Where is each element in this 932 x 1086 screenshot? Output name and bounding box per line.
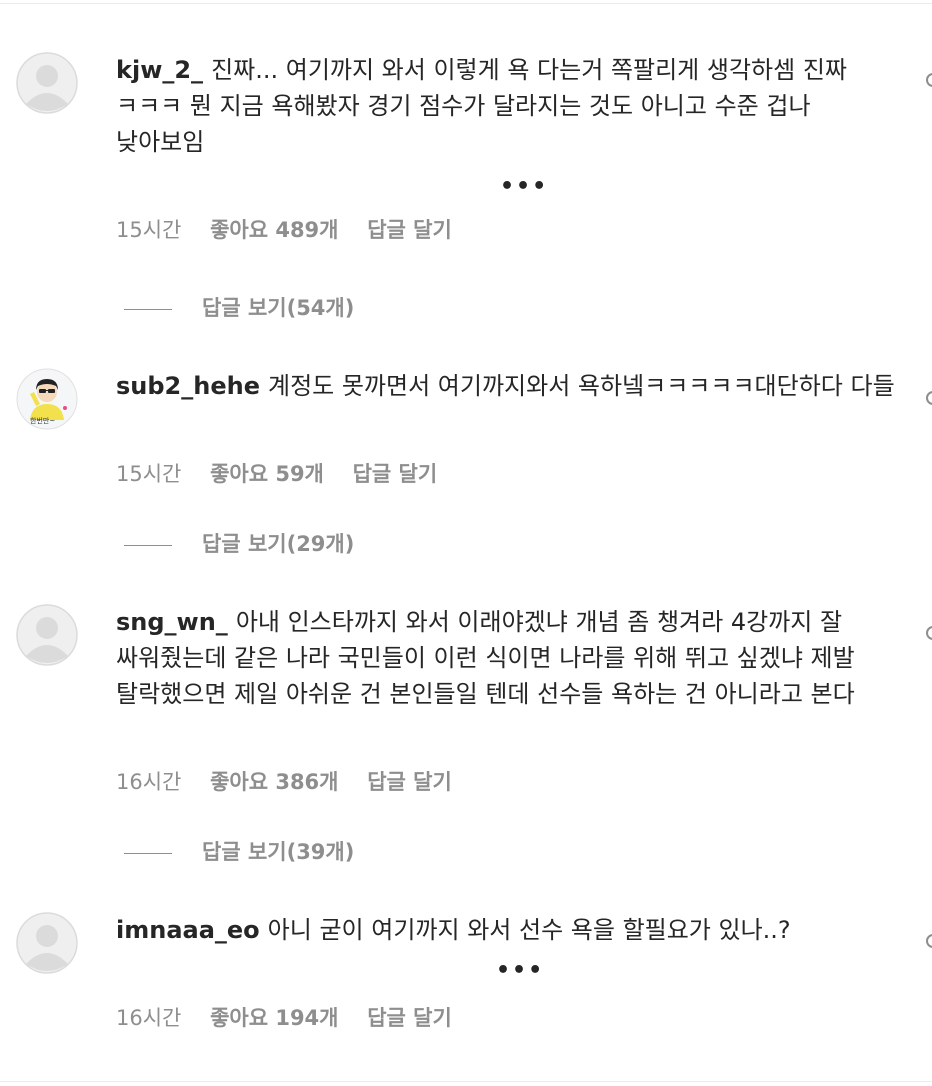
reply-button[interactable]: 답글 달기 — [367, 218, 452, 242]
top-divider — [0, 3, 932, 4]
comment-likes[interactable]: 좋아요 194개 — [210, 1006, 338, 1030]
comment-time: 16시간 — [116, 1006, 182, 1030]
reply-button[interactable]: 답글 달기 — [367, 770, 452, 794]
comment-username[interactable]: kjw_2_ — [116, 56, 203, 84]
more-options-icon[interactable]: ••• — [496, 958, 544, 983]
comment-meta: 15시간 좋아요 59개 답글 달기 — [116, 458, 459, 488]
default-avatar-icon — [16, 604, 78, 666]
view-replies-button[interactable]: 답글 보기(29개) — [124, 528, 354, 558]
comment-meta: 16시간 좋아요 386개 답글 달기 — [116, 766, 474, 796]
avatar[interactable] — [16, 912, 78, 974]
more-options-icon[interactable]: ••• — [500, 174, 548, 199]
avatar[interactable] — [16, 604, 78, 666]
like-heart-icon[interactable] — [926, 391, 932, 405]
bottom-divider — [0, 1081, 932, 1082]
default-avatar-icon — [16, 52, 78, 114]
comment-likes[interactable]: 좋아요 59개 — [210, 462, 324, 486]
comment-content: 아니 굳이 여기까지 와서 선수 욕을 할필요가 있나..? — [267, 916, 791, 944]
default-avatar-icon — [16, 912, 78, 974]
comment-time: 15시간 — [116, 462, 182, 486]
like-heart-icon[interactable] — [926, 934, 932, 948]
avatar[interactable]: 한번만~ — [16, 368, 78, 430]
comment-time: 15시간 — [116, 218, 182, 242]
avatar[interactable] — [16, 52, 78, 114]
comment-content: 진짜... 여기까지 와서 이렇게 욕 다는거 쪽팔리게 생각하셈 진짜 ㅋㅋㅋ… — [116, 56, 847, 156]
comment-username[interactable]: sub2_hehe — [116, 372, 260, 400]
comment-likes[interactable]: 좋아요 489개 — [210, 218, 338, 242]
comment-meta: 16시간 좋아요 194개 답글 달기 — [116, 1002, 474, 1032]
avatar-caption: 한번만~ — [30, 417, 56, 425]
comment-body: imnaaa_eo 아니 굳이 여기까지 와서 선수 욕을 할필요가 있나..? — [116, 912, 896, 948]
view-replies-button[interactable]: 답글 보기(39개) — [124, 836, 354, 866]
view-replies-label: 답글 보기(29개) — [202, 532, 355, 556]
comment-time: 16시간 — [116, 770, 182, 794]
comment-body: kjw_2_ 진짜... 여기까지 와서 이렇게 욕 다는거 쪽팔리게 생각하셈 … — [116, 52, 896, 160]
replies-divider — [124, 544, 172, 546]
comment-body: sng_wn_ 아내 인스타까지 와서 이래야겠냐 개념 좀 챙겨라 4강까지 잘… — [116, 604, 896, 712]
comment-username[interactable]: imnaaa_eo — [116, 916, 260, 944]
view-replies-label: 답글 보기(39개) — [202, 840, 355, 864]
like-heart-icon[interactable] — [926, 73, 932, 87]
replies-divider — [124, 852, 172, 854]
comment-likes[interactable]: 좋아요 386개 — [210, 770, 338, 794]
replies-divider — [124, 308, 172, 310]
view-replies-label: 답글 보기(54개) — [202, 296, 355, 320]
reply-button[interactable]: 답글 달기 — [353, 462, 438, 486]
view-replies-button[interactable]: 답글 보기(54개) — [124, 292, 354, 322]
comment-meta: 15시간 좋아요 489개 답글 달기 — [116, 214, 474, 244]
comment-body: sub2_hehe 계정도 못까면서 여기까지와서 욕하넼ㅋㅋㅋㅋㅋ대단하다 다들 — [116, 368, 896, 404]
like-heart-icon[interactable] — [926, 626, 932, 640]
comment-username[interactable]: sng_wn_ — [116, 608, 228, 636]
reply-button[interactable]: 답글 달기 — [367, 1006, 452, 1030]
comment-content: 계정도 못까면서 여기까지와서 욕하넼ㅋㅋㅋㅋㅋ대단하다 다들 — [267, 372, 895, 400]
